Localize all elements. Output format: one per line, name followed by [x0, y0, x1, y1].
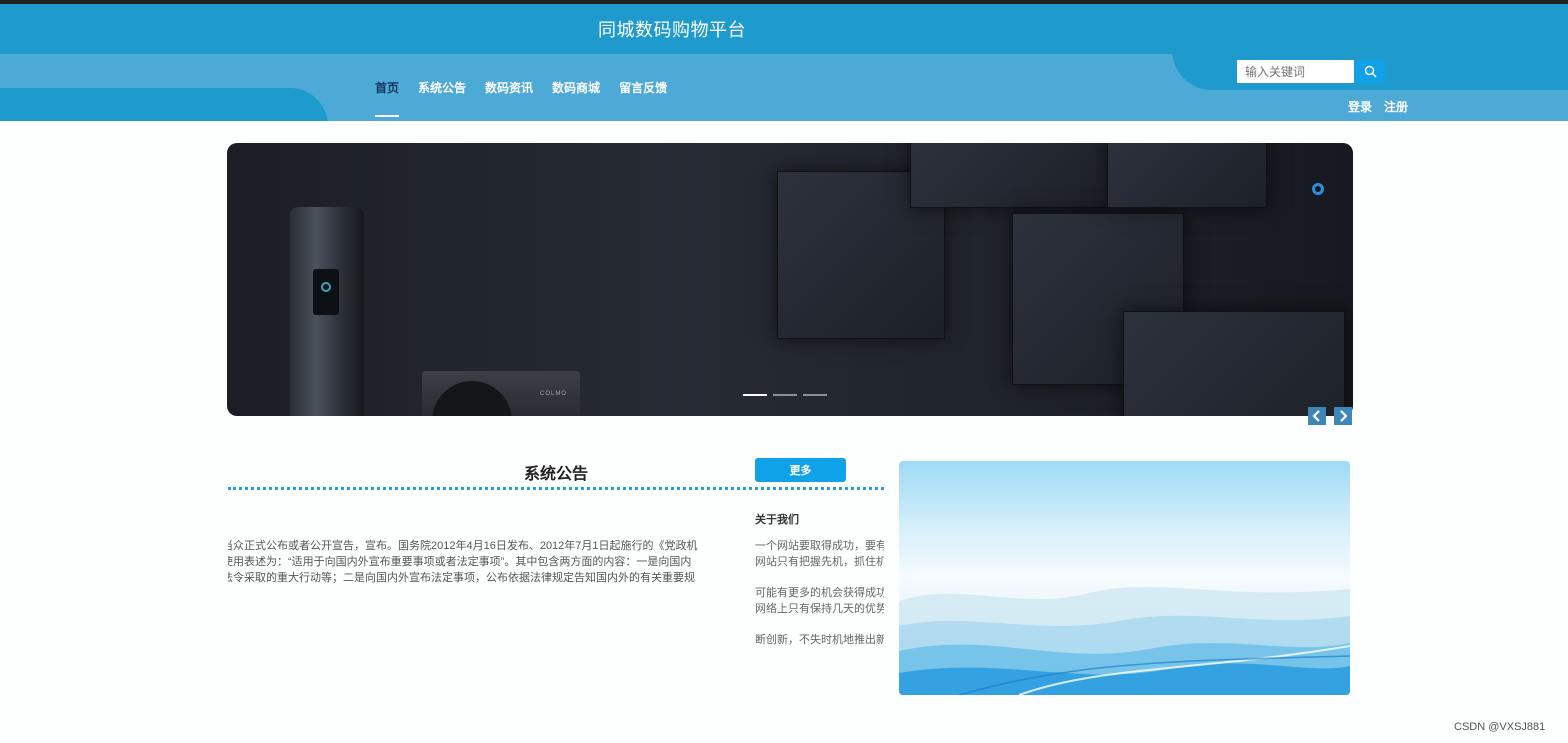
- search-button[interactable]: [1355, 60, 1385, 83]
- login-link[interactable]: 登录: [1348, 98, 1372, 115]
- carousel-dot[interactable]: [773, 394, 797, 396]
- nav-item-digital-mall[interactable]: 数码商城: [552, 80, 600, 117]
- notice-divider: [228, 487, 884, 490]
- about-us-text: 一个网站要取得成功，要有 网站只有把握先机，抓住机 可能有更多的机会获得成功 网…: [755, 538, 884, 648]
- site-title: 同城数码购物平台: [598, 20, 746, 40]
- carousel-next-button[interactable]: [1334, 407, 1352, 425]
- nav-item-announcements[interactable]: 系统公告: [418, 80, 466, 117]
- notice-text-scroller[interactable]: 重大事件当众正式公布或者公开宣告，宣布。国务院2012年4月16日发布、2012…: [228, 538, 738, 590]
- about-us-image: [899, 461, 1350, 695]
- main-nav: 首页 系统公告 数码资讯 数码商城 留言反馈: [375, 80, 686, 117]
- carousel-dot[interactable]: [743, 394, 767, 396]
- watermark: CSDN @VXSJ881: [1454, 721, 1546, 733]
- nav-item-digital-news[interactable]: 数码资讯: [485, 80, 533, 117]
- about-us-title: 关于我们: [755, 514, 799, 526]
- carousel-indicators: [743, 394, 827, 396]
- header-decoration-left: [0, 88, 328, 121]
- wave-illustration: [899, 586, 1350, 695]
- search-input[interactable]: [1237, 60, 1354, 83]
- product-brand-label: COLMO: [540, 391, 568, 397]
- banner-carousel[interactable]: COLMO: [227, 143, 1353, 416]
- notice-line: 重大事件当众正式公布或者公开宣告，宣布。国务院2012年4月16日发布、2012…: [228, 540, 698, 552]
- notice-line: 关公告的使用表述为：“适用于向国内外宣布重要事项或者法定事项”。其中包含两方面的…: [228, 556, 692, 568]
- about-paragraph: 一个网站要取得成功，要有 网站只有把握先机，抓住机: [755, 540, 884, 568]
- banner-cube: [1123, 311, 1345, 416]
- product-tower-heater: [290, 207, 364, 416]
- auth-links: 登录 注册: [1348, 98, 1408, 115]
- banner-cube: [910, 143, 1110, 208]
- loading-spinner-icon: [1312, 183, 1324, 195]
- nav-item-feedback[interactable]: 留言反馈: [619, 80, 667, 117]
- notice-more-button[interactable]: 更多: [755, 458, 846, 482]
- register-link[interactable]: 注册: [1384, 98, 1408, 115]
- chevron-left-icon: [1312, 410, 1320, 422]
- banner-cube: [1107, 143, 1267, 208]
- about-paragraph: 可能有更多的机会获得成功 网络上只有保持几天的优势: [755, 587, 884, 615]
- search-icon: [1364, 65, 1377, 78]
- carousel-prev-button[interactable]: [1308, 407, 1326, 425]
- about-paragraph: 断创新，不失时机地推出新: [755, 634, 884, 646]
- carousel-dot[interactable]: [803, 394, 827, 396]
- nav-item-home[interactable]: 首页: [375, 80, 400, 117]
- notice-line: 策政策、法令采取的重大行动等；二是向国内外宣布法定事项，公布依据法律规定告知国内…: [228, 572, 695, 584]
- chevron-right-icon: [1340, 410, 1348, 422]
- notice-section-title: 系统公告: [524, 466, 589, 483]
- product-outdoor-unit: COLMO: [422, 371, 580, 416]
